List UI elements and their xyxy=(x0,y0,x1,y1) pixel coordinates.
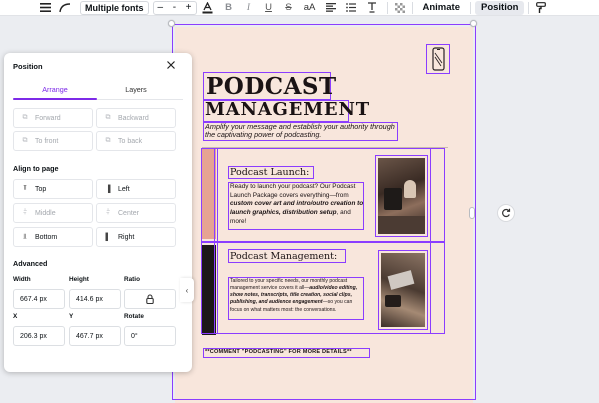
resize-handle-tl[interactable] xyxy=(168,20,175,27)
panel-title: Position xyxy=(13,62,43,71)
font-size-value[interactable]: - xyxy=(173,2,176,13)
ratio-lock-button[interactable] xyxy=(124,289,176,309)
card2-image xyxy=(381,253,425,327)
text-color-icon[interactable] xyxy=(197,1,219,15)
align-icon[interactable] xyxy=(321,1,341,15)
ratio-label: Ratio xyxy=(124,276,140,283)
list-icon[interactable] xyxy=(341,1,361,15)
align-right-icon: ▌ xyxy=(105,233,111,241)
backward-button[interactable]: ⧉ Backward xyxy=(96,108,176,128)
animate-button[interactable]: Animate xyxy=(417,1,466,15)
align-bottom-button[interactable]: ⫫ Bottom xyxy=(13,227,93,247)
align-middle-button[interactable]: ⫩ Middle xyxy=(13,203,93,223)
x-label: X xyxy=(13,313,18,320)
align-bottom-label: Bottom xyxy=(35,233,58,241)
card1-heading: Podcast Launch: xyxy=(230,167,310,178)
menu-icon[interactable] xyxy=(34,1,56,15)
height-label: Height xyxy=(69,276,89,283)
curve-icon[interactable] xyxy=(56,1,74,15)
align-top-icon: ⫪ xyxy=(23,185,27,192)
rotate-icon[interactable] xyxy=(497,204,515,222)
card1-body: Ready to launch your podcast? Our Podcas… xyxy=(230,183,364,225)
x-input[interactable]: 206.3 px xyxy=(13,326,65,346)
align-bottom-icon: ⫫ xyxy=(23,233,27,240)
paint-roller-icon[interactable] xyxy=(533,1,549,15)
phone-icon xyxy=(432,47,445,76)
align-center-label: Center xyxy=(118,209,140,217)
rotate-label: Rotate xyxy=(124,313,144,320)
underline-button[interactable]: U xyxy=(259,1,279,15)
font-family-label: Multiple fonts xyxy=(85,2,144,13)
resize-handle-right[interactable] xyxy=(469,207,475,219)
card2-body: Tailored to your specific needs, our mon… xyxy=(230,278,358,313)
forward-button[interactable]: ⧉ Forward xyxy=(13,108,93,128)
spacing-icon[interactable] xyxy=(361,1,383,15)
y-input[interactable]: 467.7 px xyxy=(69,326,121,346)
title-line1: PODCAST xyxy=(206,73,337,100)
close-icon[interactable] xyxy=(164,58,178,72)
to-front-button[interactable]: ⧉ To front xyxy=(13,131,93,151)
width-input[interactable]: 667.4 px xyxy=(13,289,65,309)
align-top-button[interactable]: ⫪ Top xyxy=(13,179,93,199)
italic-button[interactable]: I xyxy=(239,1,259,15)
chevron-left-icon[interactable]: ‹ xyxy=(180,278,194,302)
backward-label: Backward xyxy=(118,114,149,122)
align-top-label: Top xyxy=(35,185,47,193)
card2-heading: Podcast Management: xyxy=(230,251,338,262)
card1-image xyxy=(378,158,425,234)
tab-arrange[interactable]: Arrange xyxy=(15,85,95,94)
font-size-increase[interactable]: + xyxy=(186,2,192,13)
rotate-input[interactable]: 0° xyxy=(124,326,176,346)
advanced-section-title: Advanced xyxy=(13,259,48,268)
position-button[interactable]: Position xyxy=(474,0,525,15)
to-back-button[interactable]: ⧉ To back xyxy=(96,131,176,151)
active-tab-indicator xyxy=(13,98,97,100)
y-label: Y xyxy=(69,313,74,320)
forward-label: Forward xyxy=(35,114,61,122)
align-right-label: Right xyxy=(118,233,135,241)
tab-layers[interactable]: Layers xyxy=(96,85,176,94)
to-front-label: To front xyxy=(35,137,59,145)
align-left-label: Left xyxy=(118,185,130,193)
height-input[interactable]: 414.6 px xyxy=(69,289,121,309)
editor-toolbar: Multiple fonts – - + B I U S aA Animate … xyxy=(0,0,599,16)
forward-icon: ⧉ xyxy=(22,114,28,121)
position-panel: Position Arrange Layers ⧉ Forward ⧉ Backwa… xyxy=(4,53,194,372)
strikethrough-button[interactable]: S xyxy=(279,1,299,15)
align-middle-label: Middle xyxy=(35,209,56,217)
to-back-icon: ⧉ xyxy=(105,137,111,144)
align-center-button[interactable]: ⫩ Center xyxy=(96,203,176,223)
align-left-button[interactable]: ▐ Left xyxy=(96,179,176,199)
width-label: Width xyxy=(13,276,31,283)
bold-button[interactable]: B xyxy=(219,1,239,15)
font-family-dropdown[interactable]: Multiple fonts xyxy=(80,0,149,15)
align-left-icon: ▐ xyxy=(105,185,111,193)
align-right-button[interactable]: ▌ Right xyxy=(96,227,176,247)
font-size-stepper[interactable]: – - + xyxy=(152,0,197,15)
to-front-icon: ⧉ xyxy=(22,137,28,144)
to-back-label: To back xyxy=(118,137,143,145)
align-middle-icon: ⫩ xyxy=(22,209,28,216)
font-size-decrease[interactable]: – xyxy=(158,2,164,13)
align-section-title: Align to page xyxy=(13,164,59,173)
resize-handle-tr[interactable] xyxy=(470,20,477,27)
backward-icon: ⧉ xyxy=(105,114,111,121)
lock-icon xyxy=(146,294,154,304)
align-center-icon: ⫩ xyxy=(105,209,111,216)
footer-text: **COMMENT "PODCASTING" FOR MORE DETAILS*… xyxy=(205,349,352,355)
case-button[interactable]: aA xyxy=(299,1,321,15)
title-line2: MANAGEMENT xyxy=(205,99,370,120)
transparency-icon[interactable] xyxy=(392,1,408,15)
subtitle: Amplify your message and establish your … xyxy=(205,122,395,140)
